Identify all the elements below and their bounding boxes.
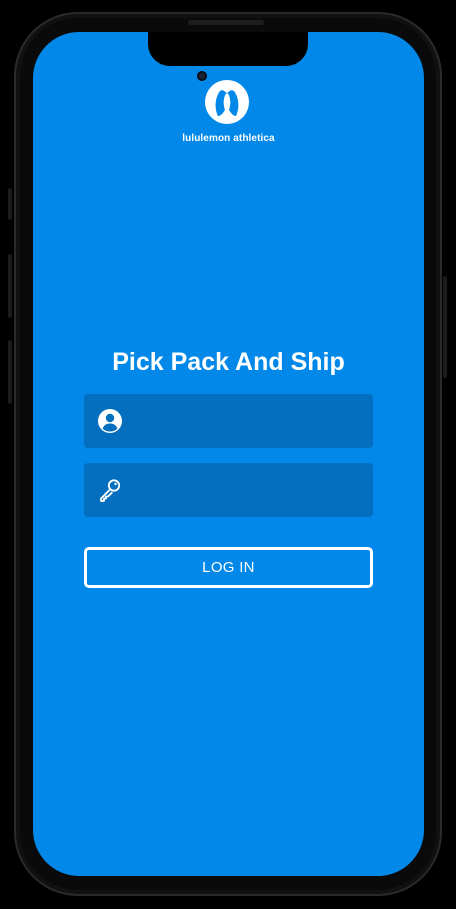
username-input[interactable] — [123, 394, 373, 448]
username-field[interactable] — [84, 394, 373, 448]
side-button-power — [443, 276, 447, 378]
speaker-grille — [188, 20, 264, 25]
side-button-volume-down — [8, 340, 12, 404]
login-button[interactable]: LOG IN — [84, 547, 373, 588]
brand-name: lululemon athletica — [182, 133, 275, 144]
key-icon — [100, 479, 121, 502]
user-circle-icon — [98, 409, 122, 433]
side-button-silent — [8, 188, 12, 220]
page-title: Pick Pack And Ship — [112, 348, 345, 376]
password-input[interactable] — [123, 463, 373, 517]
password-field[interactable] — [84, 463, 373, 517]
lululemon-logo-icon — [205, 80, 249, 124]
side-button-volume-up — [8, 254, 12, 318]
notch — [148, 32, 308, 66]
app-screen: lululemon athletica Pick Pack And Ship L… — [33, 32, 424, 876]
